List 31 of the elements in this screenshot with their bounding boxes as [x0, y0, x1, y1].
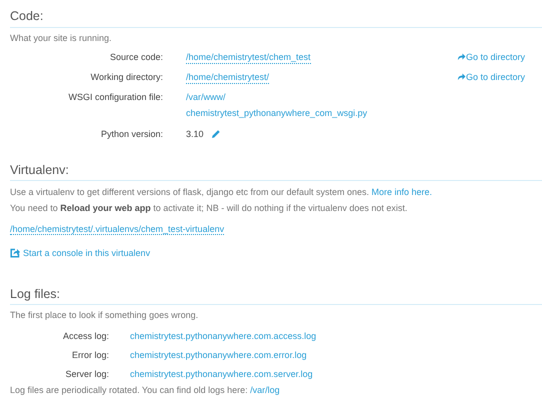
section-description: The first place to look if something goes wrong. [10, 309, 200, 321]
directory-link[interactable]: Go to directory [457, 50, 526, 62]
path-field[interactable]: /home/chemistrytest/chem_test [186, 50, 311, 64]
field-label: Access log: [62, 330, 109, 342]
console-icon [10, 248, 20, 258]
virtualenv-description: Use a virtualenv to get different versions of flask, django etc from our default system ones. More info here. You need to Reload your web app to activate it; NB - will do nothing if the virtualenv does not exist. [10, 186, 434, 215]
log-file-link[interactable]: chemistrytest.pythonanywhere.com.error.log [130, 349, 307, 361]
section-heading: Code: [10, 9, 44, 23]
field-label: Python version: [100, 128, 163, 140]
section-description: What your site is running. [10, 32, 113, 44]
console-link[interactable]: Start a console in this virtualenv [10, 246, 150, 258]
version-value: 3.10 [186, 128, 204, 140]
field-label: Source code: [108, 50, 163, 62]
section-heading: Virtualenv: [10, 162, 69, 176]
directory-link[interactable]: Go to directory [457, 70, 526, 82]
log-file-link[interactable]: chemistrytest.pythonanywhere.com.server.log [130, 368, 313, 380]
field-label: Server log: [64, 368, 109, 380]
arrow-icon [457, 52, 466, 60]
field-label: Error log: [70, 349, 109, 361]
path-field[interactable]: /home/chemistrytest/ [186, 70, 270, 84]
arrow-icon [457, 72, 466, 80]
edit-icon[interactable] [210, 128, 221, 138]
field-label: Working directory: [90, 70, 163, 82]
log-file-link[interactable]: chemistrytest.pythonanywhere.com.access.log [130, 330, 316, 342]
info-link[interactable]: More info here. [372, 187, 432, 197]
section-heading: Log files: [10, 286, 60, 300]
log-rotation-note: Log files are periodically rotated. You can find old logs here: /var/log [10, 384, 281, 397]
file-link[interactable]: /var/www/ chemistrytest_pythonanywhere_com_wsgi.py [186, 88, 386, 120]
field-label: WSGI configuration file: [67, 90, 163, 102]
virtualenv-path-field[interactable]: /home/chemistrytest/.virtualenvs/chem_test-virtualenv [10, 224, 224, 235]
info-link[interactable]: /var/log [250, 385, 280, 395]
